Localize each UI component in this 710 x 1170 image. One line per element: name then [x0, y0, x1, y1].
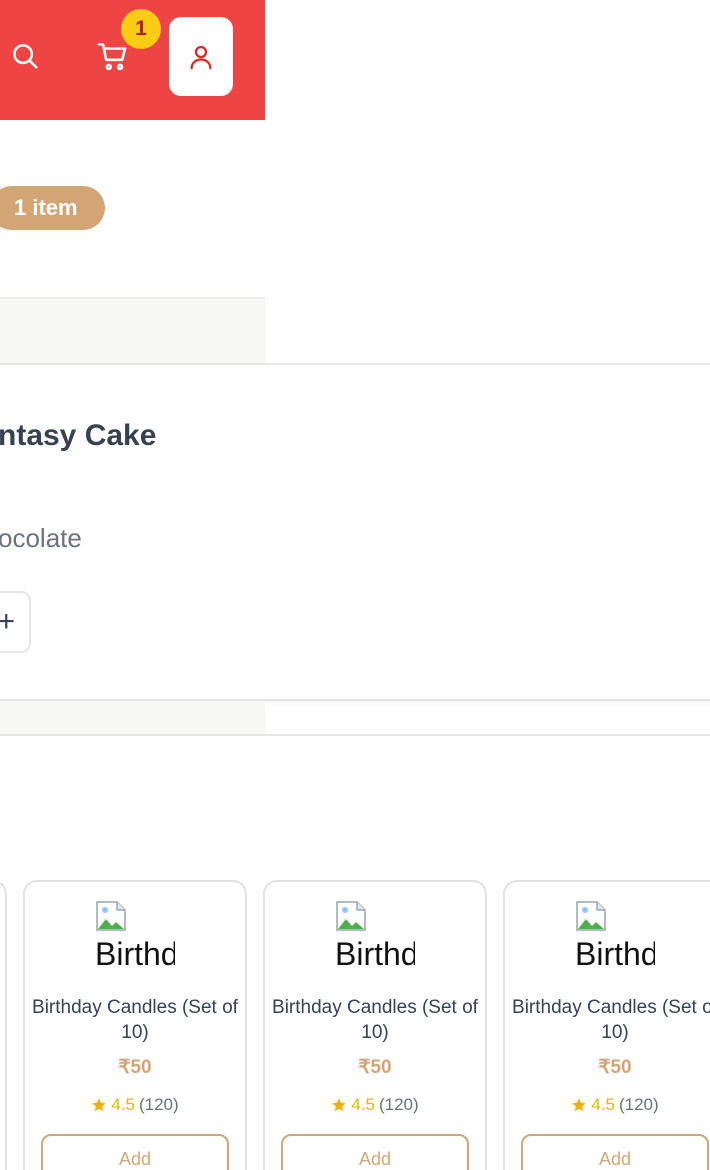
star-icon — [572, 1098, 586, 1112]
rating-value: 4.5 — [591, 1095, 615, 1114]
addon-title: Birthday Candles (Set of 10) — [512, 997, 710, 1043]
addon-card[interactable]: Birthd Birthday Candles (Set of 10) ₹50 … — [503, 880, 710, 1170]
broken-image-icon — [336, 901, 366, 931]
star-icon — [92, 1098, 106, 1112]
top-header: 1 — [0, 0, 265, 120]
addon-card[interactable]: Birthd Birthday Candles (Set of 10) ₹50 … — [263, 880, 487, 1170]
quantity-increase-button[interactable]: + — [0, 591, 31, 653]
addon-image: Birthd — [95, 900, 175, 972]
cart-icon — [97, 42, 127, 71]
review-count: (120) — [378, 1095, 419, 1114]
cart-item-count-badge: 1 item — [0, 186, 105, 230]
cart-section-background-bottom — [0, 701, 265, 735]
addon-image: Birthd — [575, 900, 655, 972]
cart-item-name: ntasy Cake — [0, 419, 157, 452]
addon-price: ₹50 — [358, 1057, 392, 1078]
image-alt-text: Birthd — [335, 936, 415, 972]
review-count: (120) — [138, 1095, 179, 1114]
add-to-cart-button[interactable]: Add — [41, 1134, 229, 1170]
add-to-cart-button[interactable]: Add — [281, 1134, 469, 1170]
addon-card-partial[interactable] — [0, 880, 7, 1170]
broken-image-icon — [576, 901, 606, 931]
star-icon — [332, 1098, 346, 1112]
addon-price: ₹50 — [598, 1057, 632, 1078]
cart-section-background — [0, 297, 265, 363]
add-to-cart-button[interactable]: Add — [521, 1134, 709, 1170]
cart-item-card: ntasy Cake ocolate + — [0, 363, 710, 701]
section-divider — [0, 734, 710, 736]
rating-value: 4.5 — [351, 1095, 375, 1114]
image-alt-text: Birthd — [575, 936, 655, 972]
addon-title: Birthday Candles (Set of 10) — [32, 997, 238, 1043]
addon-title: Birthday Candles (Set of 10) — [272, 997, 478, 1043]
addon-card[interactable]: Birthd Birthday Candles (Set of 10) ₹50 … — [23, 880, 247, 1170]
addon-price: ₹50 — [118, 1057, 152, 1078]
search-button[interactable] — [5, 36, 45, 76]
profile-button[interactable] — [169, 17, 233, 96]
broken-image-icon — [96, 901, 126, 931]
addon-rating: 4.5 (120) — [25, 1095, 245, 1115]
addon-rating: 4.5 (120) — [265, 1095, 485, 1115]
image-alt-text: Birthd — [95, 936, 175, 972]
addon-image: Birthd — [335, 900, 415, 972]
user-icon — [190, 45, 212, 69]
review-count: (120) — [618, 1095, 659, 1114]
rating-value: 4.5 — [111, 1095, 135, 1114]
cart-count-badge: 1 — [121, 9, 161, 49]
search-icon — [13, 44, 38, 69]
addon-rating: 4.5 (120) — [505, 1095, 710, 1115]
cart-item-variant: ocolate — [0, 523, 82, 553]
